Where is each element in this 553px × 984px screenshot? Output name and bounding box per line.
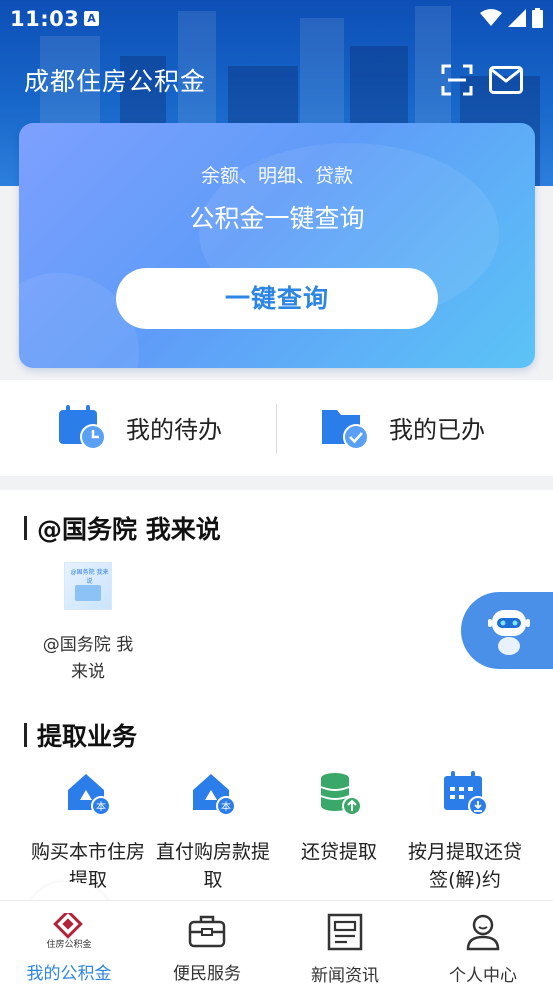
monthly-withdraw-sign-item[interactable]: 按月提取还贷 签(解)约: [403, 770, 527, 894]
robot-assistant-button[interactable]: [461, 592, 553, 669]
folder-check-icon: [322, 410, 369, 450]
battery-icon: [532, 8, 543, 28]
my-pending-button[interactable]: 我的待办: [58, 404, 222, 450]
grid-item-label-line2: 签(解)约: [429, 869, 501, 891]
tab-convenience-services[interactable]: 便民服务: [147, 913, 267, 984]
status-bar: 11:03 A: [0, 0, 553, 38]
gjj-logo-icon: 住房公积金: [46, 909, 92, 950]
section-title-gov: @国务院 我来说: [24, 510, 221, 546]
scan-icon[interactable]: [441, 64, 473, 96]
thumb-text: @国务院 我来说: [70, 569, 109, 585]
direct-payment-withdraw-item[interactable]: 本 直付购房款提 取: [151, 770, 275, 894]
services-section: @国务院 我来说 @国务院 我来说 @国务院 我 来说 提取业务 本 购买本市住…: [0, 490, 553, 910]
section-title-bar: [24, 516, 27, 540]
signal-icon: [508, 9, 526, 27]
calendar-clock-icon: [59, 405, 106, 450]
house-badge-icon: 本: [193, 774, 236, 816]
badge-text: 本: [96, 800, 106, 813]
query-subtitle: 余额、明细、贷款: [200, 165, 353, 187]
news-icon: [327, 913, 363, 951]
wifi-icon: [480, 9, 502, 26]
briefcase-icon: [188, 915, 226, 948]
gov-feedback-label-line2: 来说: [71, 662, 105, 682]
status-icons: [480, 8, 543, 28]
section-title-gov-text: @国务院 我来说: [37, 515, 221, 544]
grid-item-label-line1: 按月提取还贷: [407, 841, 522, 863]
gov-feedback-label: @国务院 我 来说: [32, 632, 144, 686]
gov-feedback-label-line1: @国务院 我: [42, 635, 134, 655]
coin-stack-icon: [320, 773, 362, 816]
section-title-withdraw: 提取业务: [24, 717, 137, 753]
quick-query-button[interactable]: 一键查询: [116, 268, 438, 329]
bottom-tab-bar: 住房公积金 我的公积金 便民服务 新闻资讯 个人中心: [0, 900, 553, 984]
section-title-bar: [24, 723, 27, 747]
buy-local-house-withdraw-item[interactable]: 本 购买本市住房 提取: [26, 770, 150, 894]
grid-item-label-line2: 取: [203, 869, 223, 891]
calendar-icon: [444, 771, 488, 816]
section-title-withdraw-text: 提取业务: [37, 722, 138, 751]
loan-repayment-withdraw-item[interactable]: 还贷提取: [277, 770, 401, 866]
status-time: 11:03: [10, 7, 80, 31]
quick-query-card: 余额、明细、贷款 公积金一键查询 一键查询: [19, 123, 535, 368]
tab-convenience-services-label: 便民服务: [173, 964, 241, 984]
my-done-button[interactable]: 我的已办: [321, 404, 485, 450]
mail-icon[interactable]: [489, 66, 523, 94]
badge-text: 本: [221, 800, 231, 813]
tab-news[interactable]: 新闻资讯: [285, 913, 405, 984]
user-icon: [466, 914, 500, 951]
query-title: 公积金一键查询: [189, 204, 365, 233]
grid-item-label: 按月提取还贷 签(解)约: [403, 838, 527, 894]
robot-icon: [488, 610, 530, 655]
grid-item-label-line1: 直付购房款提: [155, 841, 270, 863]
grid-item-label: 还贷提取: [277, 838, 401, 866]
tab-personal-center-label: 个人中心: [449, 966, 517, 984]
my-done-label: 我的已办: [389, 415, 485, 444]
grid-item-label: 直付购房款提 取: [151, 838, 275, 894]
grid-item-label-line1: 还贷提取: [300, 841, 377, 863]
grid-item-label-line1: 购买本市住房: [30, 841, 145, 863]
gjj-logo-text: 住房公积金: [46, 938, 91, 949]
tab-personal-center[interactable]: 个人中心: [423, 913, 543, 984]
my-pending-label: 我的待办: [126, 415, 222, 444]
notification-icon: A: [84, 11, 99, 26]
todo-divider: [276, 404, 277, 454]
todo-row: 我的待办 我的已办: [0, 380, 553, 476]
tab-my-gjj-label: 我的公积金: [26, 964, 112, 984]
app-title: 成都住房公积金: [24, 67, 207, 96]
gov-feedback-item[interactable]: @国务院 我来说 @国务院 我 来说: [32, 562, 144, 686]
tab-news-label: 新闻资讯: [311, 966, 379, 984]
house-badge-icon: 本: [68, 774, 111, 816]
gov-feedback-thumbnail: @国务院 我来说: [64, 562, 112, 610]
tab-my-gjj[interactable]: 住房公积金 我的公积金: [9, 909, 129, 984]
